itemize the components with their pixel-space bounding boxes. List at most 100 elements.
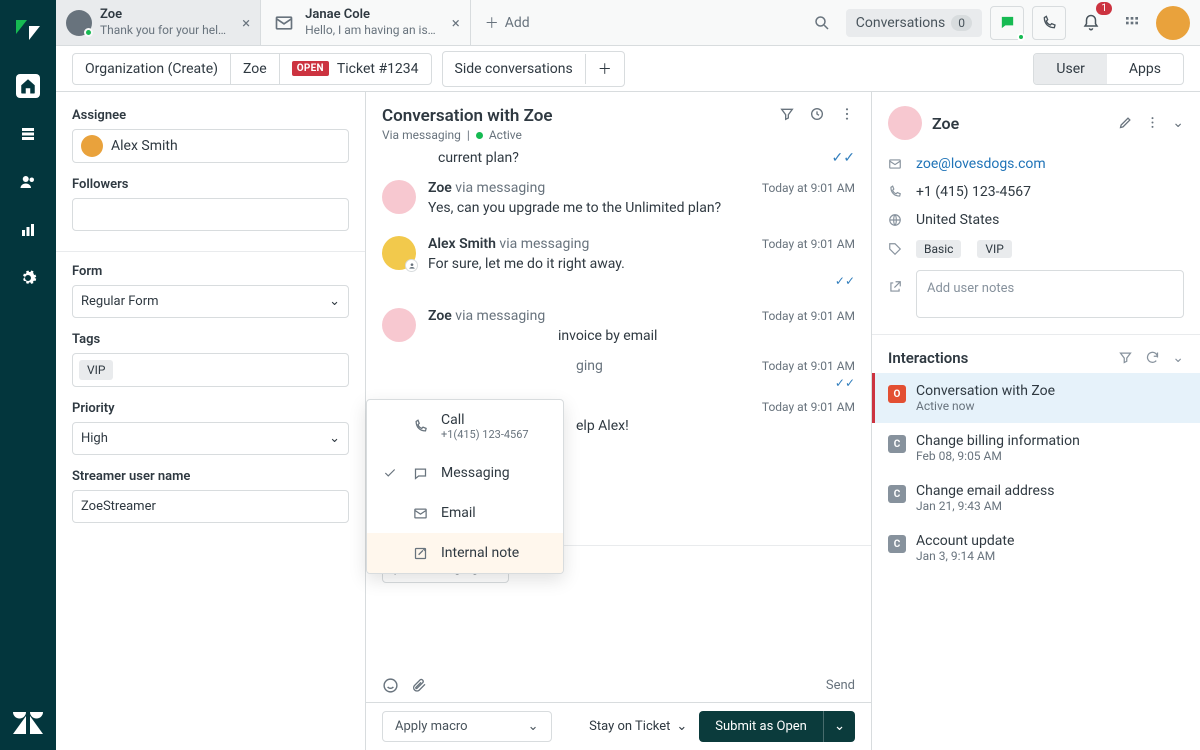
messaging-icon — [411, 466, 429, 481]
apply-macro-select[interactable]: Apply macro ⌄ — [382, 711, 552, 742]
notifications-icon[interactable]: 1 — [1074, 6, 1108, 40]
user-tag[interactable]: VIP — [977, 240, 1011, 258]
filter-icon[interactable] — [1118, 350, 1133, 366]
interaction-item[interactable]: O Conversation with ZoeActive now — [872, 373, 1200, 423]
stay-on-ticket-button[interactable]: Stay on Ticket ⌄ — [589, 719, 687, 734]
attachment-icon[interactable] — [411, 677, 427, 694]
side-conversations-button[interactable]: Side conversations — [443, 54, 586, 84]
message: Zoe via messaging Today at 9:01 AM invoi… — [382, 298, 855, 354]
app-logo-icon — [12, 14, 44, 46]
organization-button[interactable]: Organization (Create) — [73, 54, 231, 84]
tab-ticket-zoe[interactable]: Zoe Thank you for your hel… × — [56, 0, 261, 45]
status-badge-icon: O — [888, 385, 906, 403]
chevron-down-icon: ⌄ — [329, 294, 340, 309]
send-button[interactable]: Send — [826, 678, 855, 693]
tab-ticket-janae[interactable]: Janae Cole Hello, I am having an is… × — [261, 0, 471, 45]
user-notes-input[interactable]: Add user notes — [916, 270, 1184, 318]
tab-user[interactable]: User — [1034, 54, 1106, 84]
search-icon[interactable] — [806, 7, 838, 39]
user-avatar-icon — [888, 106, 922, 140]
custom-field-input[interactable] — [72, 490, 349, 523]
user-email[interactable]: zoe@lovesdogs.com — [916, 156, 1046, 172]
ticket-footer: Apply macro ⌄ Stay on Ticket ⌄ Submit as… — [366, 702, 871, 750]
nav-rail — [0, 0, 56, 750]
add-tab-label: Add — [505, 15, 530, 31]
conversation-title: Conversation with Zoe — [382, 106, 553, 126]
chevron-down-icon: ⌄ — [528, 719, 539, 734]
tab-subtitle: Hello, I am having an is… — [305, 23, 436, 38]
tab-title: Zoe — [100, 7, 226, 23]
refresh-icon[interactable] — [1145, 350, 1160, 366]
context-panel-tabs: User Apps — [1033, 53, 1184, 85]
tags-label: Tags — [72, 332, 349, 347]
channel-option-email[interactable]: Email — [367, 493, 563, 533]
composer-textarea[interactable] — [382, 583, 855, 671]
followers-input[interactable] — [72, 198, 349, 231]
globe-icon — [888, 213, 904, 227]
conversation-panel: Conversation with Zoe Via messaging | Ac… — [366, 92, 872, 750]
talk-icon[interactable] — [1032, 6, 1066, 40]
assignee-field[interactable]: Alex Smith — [72, 129, 349, 163]
ticket-status-part[interactable]: OPEN Ticket #1234 — [280, 54, 431, 84]
envelope-icon — [888, 157, 904, 171]
avatar-icon — [382, 236, 416, 270]
kebab-icon[interactable] — [1145, 115, 1160, 131]
read-receipt-icon: ✓✓ — [832, 150, 855, 166]
user-tag[interactable]: Basic — [916, 240, 961, 258]
requester-button[interactable]: Zoe — [231, 54, 280, 84]
add-tab-button[interactable]: ＋ Add — [471, 0, 544, 45]
chevron-down-icon[interactable]: ⌄ — [1172, 350, 1184, 366]
avatar-icon — [81, 135, 103, 157]
close-icon[interactable]: × — [452, 14, 460, 32]
phone-icon — [411, 419, 429, 434]
custom-field-label: Streamer user name — [72, 469, 349, 484]
interaction-item[interactable]: C Change billing informationFeb 08, 9:05… — [872, 423, 1200, 473]
tag-chip[interactable]: VIP — [79, 360, 113, 380]
side-conversations-add[interactable]: ＋ — [586, 52, 624, 86]
nav-admin-icon[interactable] — [16, 266, 40, 290]
filter-icon[interactable] — [779, 106, 795, 122]
message: Alex Smith via messaging Today at 9:01 A… — [382, 226, 855, 298]
user-context-panel: Zoe ⌄ zoe@lovesdogs.com +1 (415) 123-456… — [872, 92, 1200, 750]
chevron-down-icon[interactable]: ⌄ — [1172, 115, 1184, 131]
channel-option-call[interactable]: Call +1(415) 123-4567 — [367, 400, 563, 453]
conversations-button[interactable]: Conversations 0 — [846, 9, 982, 37]
nav-customers-icon[interactable] — [16, 170, 40, 194]
chat-status-icon[interactable] — [990, 6, 1024, 40]
avatar-icon — [382, 180, 416, 214]
avatar-icon — [66, 10, 92, 36]
chevron-down-icon: ⌄ — [329, 431, 340, 446]
tab-title: Janae Cole — [305, 7, 436, 23]
interactions-heading: Interactions — [888, 349, 968, 367]
close-icon[interactable]: × — [242, 14, 250, 32]
channel-option-internal-note[interactable]: Internal note — [367, 533, 563, 573]
interaction-item[interactable]: C Account updateJan 3, 9:14 AM — [872, 523, 1200, 573]
plus-icon: ＋ — [485, 13, 499, 33]
user-location: United States — [916, 212, 999, 228]
apps-grid-icon[interactable] — [1116, 7, 1148, 39]
tab-apps[interactable]: Apps — [1107, 54, 1183, 84]
channel-option-messaging[interactable]: Messaging — [367, 453, 563, 493]
assignee-label: Assignee — [72, 108, 349, 123]
current-user-avatar[interactable] — [1156, 6, 1190, 40]
priority-select[interactable]: High ⌄ — [72, 422, 349, 455]
form-label: Form — [72, 264, 349, 279]
interaction-item[interactable]: C Change email addressJan 21, 9:43 AM — [872, 473, 1200, 523]
edit-icon[interactable] — [1118, 115, 1133, 131]
check-icon — [381, 466, 399, 480]
external-link-icon — [888, 280, 904, 294]
tags-input[interactable]: VIP — [72, 353, 349, 387]
kebab-icon[interactable] — [839, 106, 855, 122]
nav-home-icon[interactable] — [16, 74, 40, 98]
submit-menu-button[interactable]: ⌄ — [823, 711, 855, 742]
priority-label: Priority — [72, 401, 349, 416]
nav-reporting-icon[interactable] — [16, 218, 40, 242]
envelope-icon — [411, 506, 429, 521]
conversation-status: Active — [489, 128, 522, 142]
submit-button[interactable]: Submit as Open — [699, 711, 823, 742]
read-receipt-icon: ✓✓ — [428, 376, 855, 390]
nav-views-icon[interactable] — [16, 122, 40, 146]
events-icon[interactable] — [809, 106, 825, 122]
emoji-icon[interactable] — [382, 677, 399, 694]
form-select[interactable]: Regular Form ⌄ — [72, 285, 349, 318]
